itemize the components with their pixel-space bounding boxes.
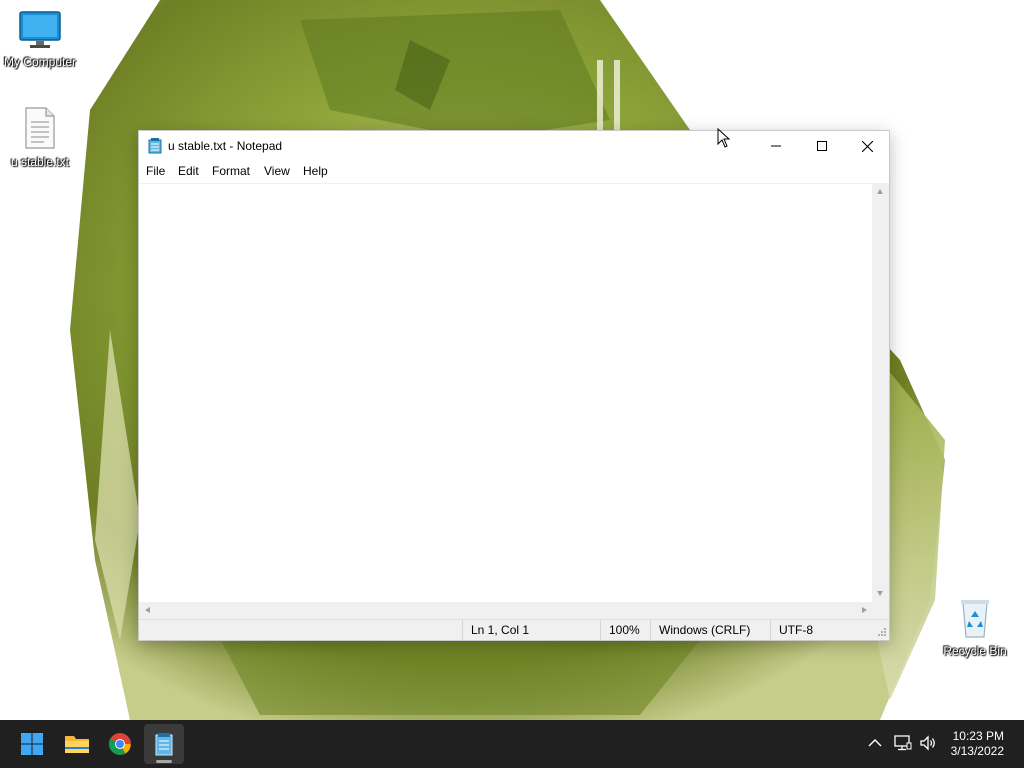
menu-bar: File Edit Format View Help bbox=[139, 161, 889, 183]
chrome-icon bbox=[108, 733, 131, 755]
desktop-icon-my-computer[interactable]: My Computer bbox=[0, 10, 80, 69]
taskbar-file-explorer[interactable] bbox=[57, 724, 97, 764]
maximize-icon bbox=[817, 141, 827, 151]
title-bar[interactable]: u stable.txt - Notepad bbox=[139, 131, 889, 161]
network-icon[interactable] bbox=[894, 734, 912, 752]
recycle-bin-icon bbox=[961, 600, 989, 638]
status-line-ending: Windows (CRLF) bbox=[650, 620, 770, 640]
start-button[interactable] bbox=[12, 724, 52, 764]
desktop-icon-label: Recycle Bin bbox=[943, 644, 1007, 658]
clock-date: 3/13/2022 bbox=[950, 744, 1004, 758]
notepad-window: u stable.txt - Notepad File Edit Format … bbox=[138, 130, 890, 641]
text-file-icon bbox=[25, 107, 55, 149]
taskbar-chrome[interactable] bbox=[100, 724, 140, 764]
scroll-corner bbox=[872, 602, 889, 619]
window-title: u stable.txt - Notepad bbox=[168, 139, 283, 153]
file-explorer-icon bbox=[65, 736, 89, 753]
taskbar: 10:23 PM 3/13/2022 bbox=[0, 720, 1024, 768]
status-encoding: UTF-8 bbox=[770, 620, 871, 640]
start-icon bbox=[21, 733, 43, 755]
menu-file[interactable]: File bbox=[146, 164, 165, 178]
menu-format[interactable]: Format bbox=[212, 164, 250, 178]
minimize-button[interactable] bbox=[753, 131, 799, 161]
menu-edit[interactable]: Edit bbox=[178, 164, 199, 178]
status-bar: Ln 1, Col 1 100% Windows (CRLF) UTF-8 bbox=[139, 619, 889, 640]
notepad-icon bbox=[155, 733, 173, 756]
taskbar-notepad[interactable] bbox=[144, 724, 184, 764]
minimize-icon bbox=[771, 145, 781, 147]
desktop-icon-label: My Computer bbox=[3, 55, 77, 69]
volume-icon[interactable] bbox=[919, 734, 937, 752]
horizontal-scrollbar[interactable] bbox=[139, 602, 873, 619]
vertical-scrollbar[interactable] bbox=[872, 183, 889, 602]
active-app-indicator bbox=[156, 760, 172, 763]
menu-help[interactable]: Help bbox=[303, 164, 328, 178]
desktop-icon-label: u stable.txt bbox=[10, 155, 70, 169]
system-clock[interactable]: 10:23 PM 3/13/2022 bbox=[951, 729, 1004, 759]
menu-view[interactable]: View bbox=[264, 164, 290, 178]
scroll-right-icon[interactable] bbox=[862, 607, 867, 613]
scroll-up-icon[interactable] bbox=[877, 189, 883, 194]
mouse-cursor-icon bbox=[717, 128, 731, 148]
status-zoom: 100% bbox=[600, 620, 650, 640]
text-editor[interactable] bbox=[139, 183, 873, 603]
clock-time: 10:23 PM bbox=[952, 729, 1004, 743]
resize-grip-icon[interactable] bbox=[878, 628, 887, 637]
scroll-left-icon[interactable] bbox=[145, 607, 150, 613]
desktop-icon-text-file[interactable]: u stable.txt bbox=[0, 106, 80, 169]
status-position: Ln 1, Col 1 bbox=[462, 620, 600, 640]
monitor-icon bbox=[19, 11, 61, 48]
close-button[interactable] bbox=[844, 131, 890, 161]
notepad-icon bbox=[148, 138, 162, 154]
chevron-up-icon[interactable] bbox=[868, 738, 882, 748]
maximize-button[interactable] bbox=[799, 131, 845, 161]
desktop-icon-recycle-bin[interactable]: Recycle Bin bbox=[935, 597, 1015, 658]
scroll-down-icon[interactable] bbox=[877, 591, 883, 596]
close-icon bbox=[861, 140, 873, 152]
